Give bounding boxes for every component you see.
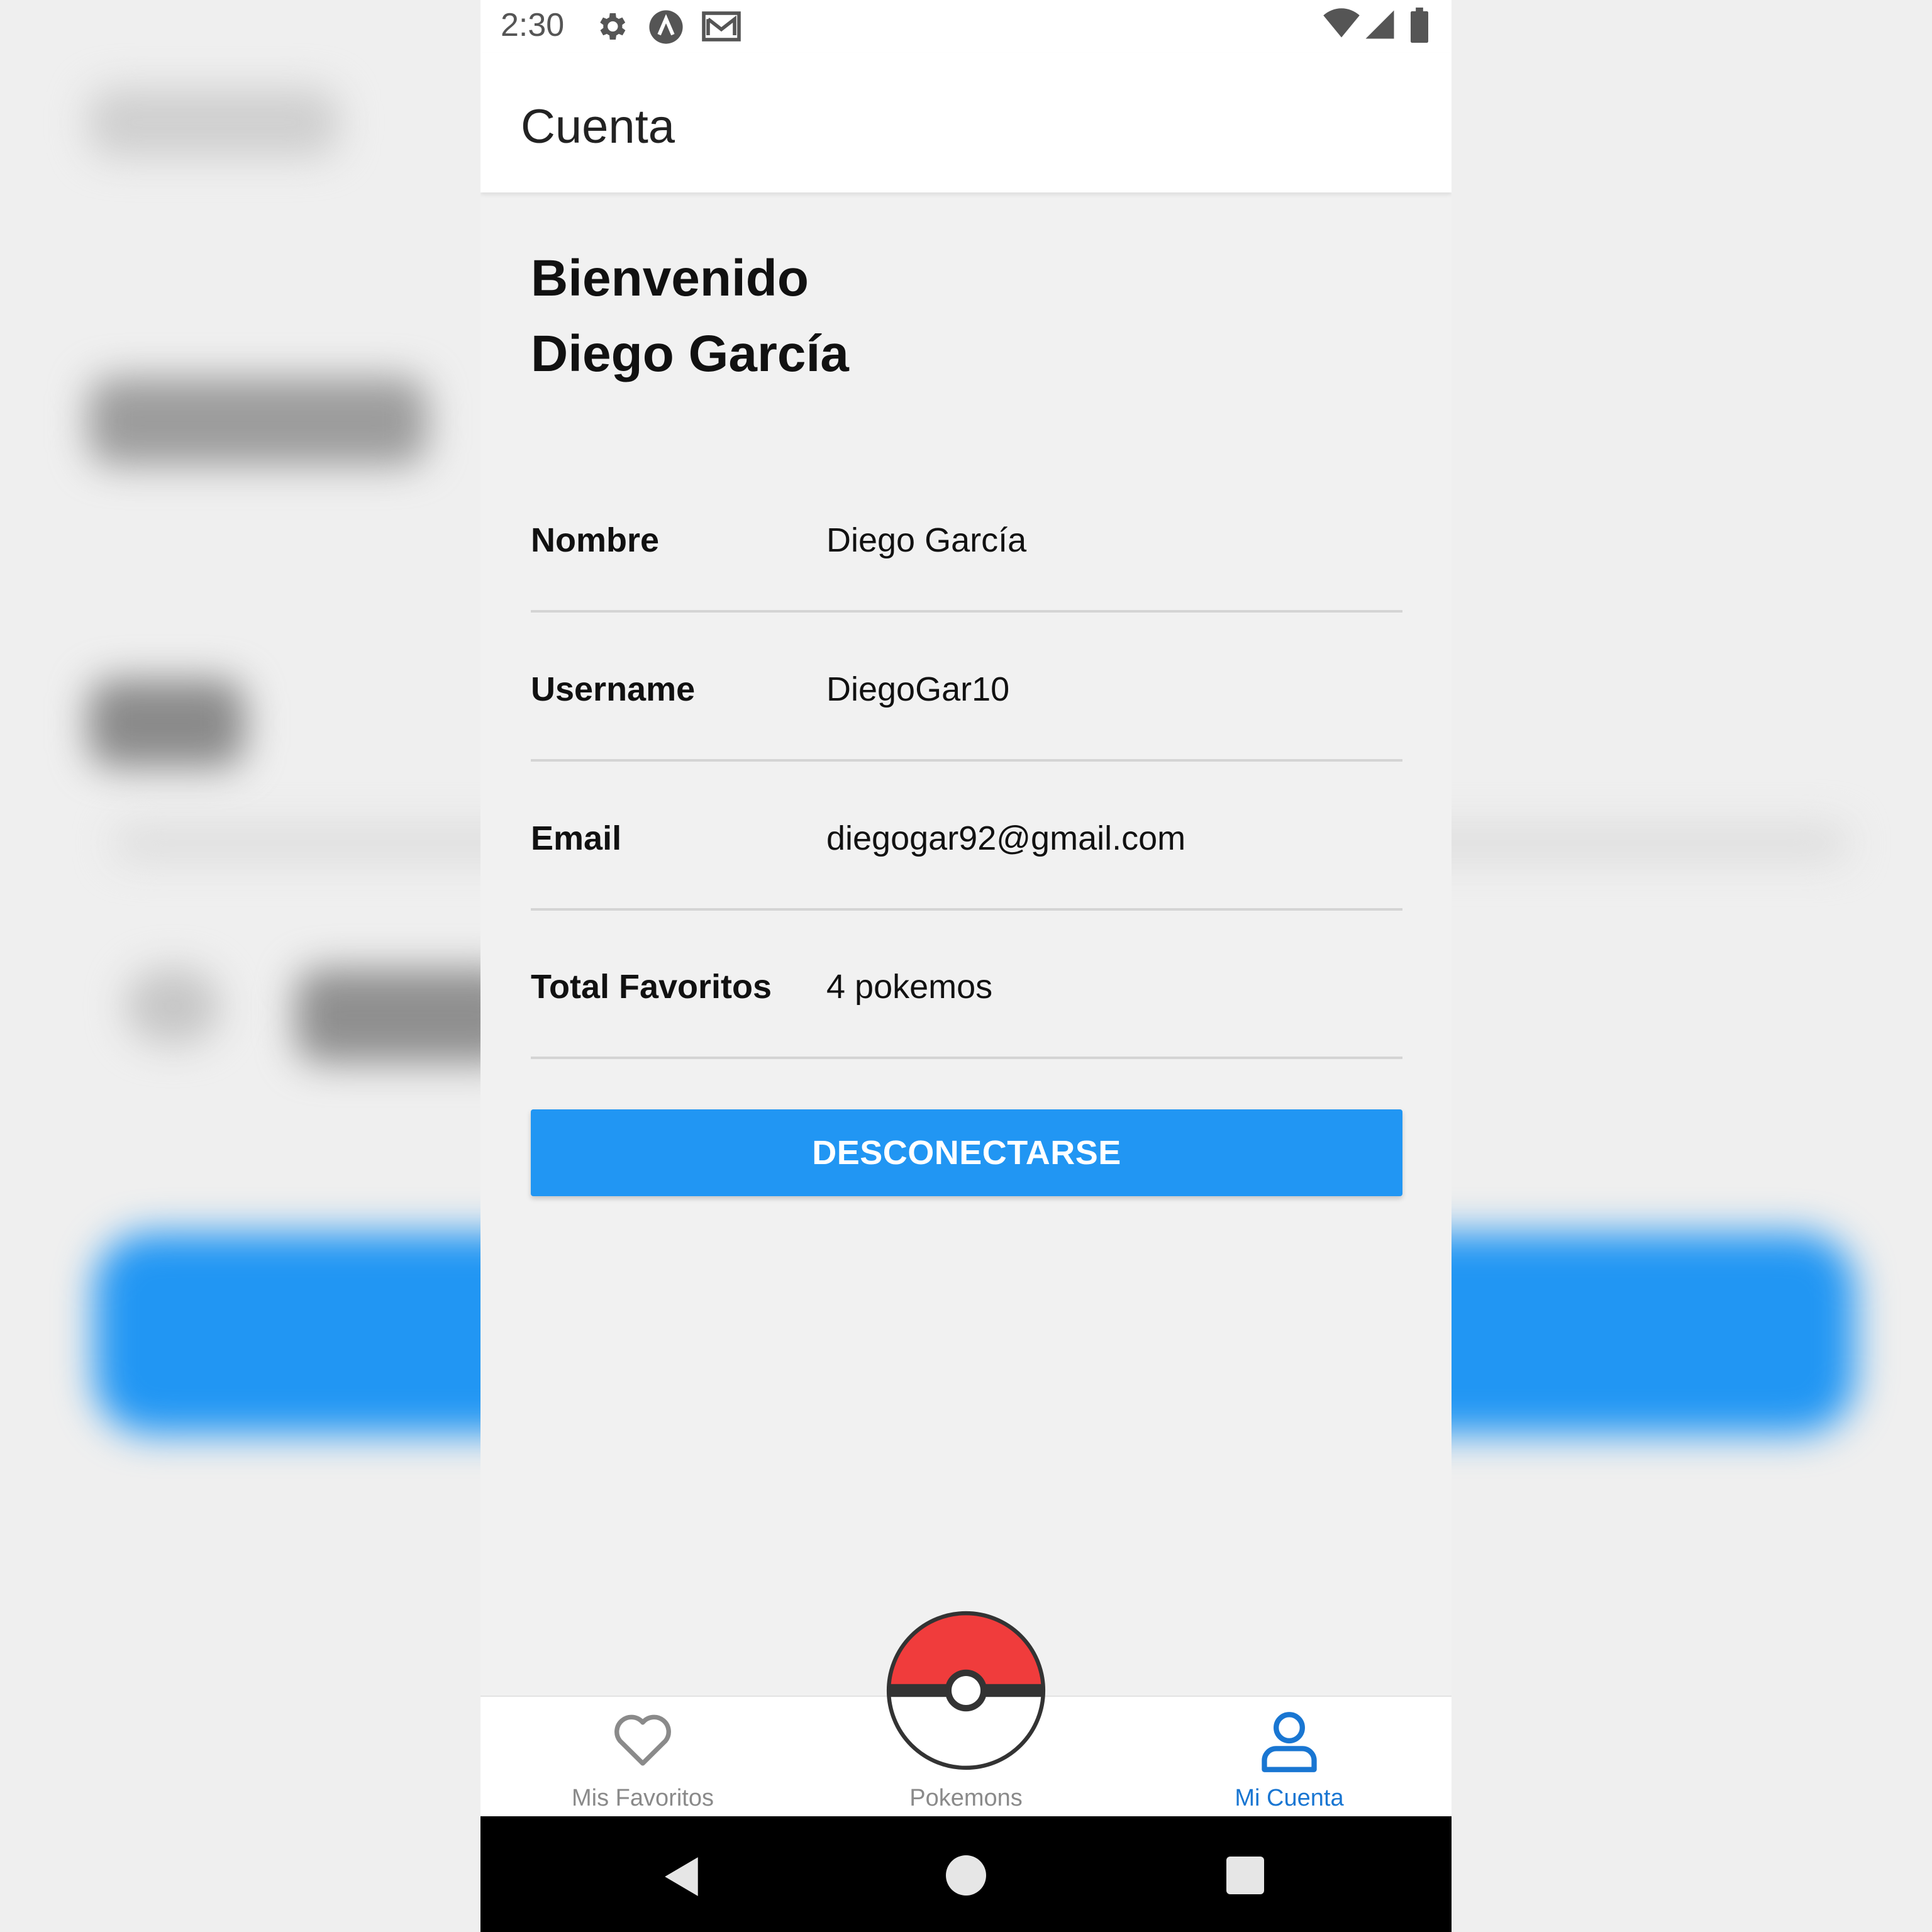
row-label: Email <box>531 819 622 857</box>
tab-label: Pokemons <box>909 1785 1023 1811</box>
account-row-email: Email diegogar92@gmail.com <box>531 814 1402 963</box>
phone-screen: 2:30 Cuenta Bienvenido Diego García Nomb… <box>480 0 1452 1932</box>
tab-label: Mi Cuenta <box>1235 1785 1344 1811</box>
row-value: Diego García <box>826 521 1027 559</box>
row-divider <box>531 1057 1402 1059</box>
status-bar: 2:30 <box>480 0 1452 53</box>
wifi-icon <box>1322 8 1361 42</box>
app-icon <box>648 9 684 48</box>
logout-button[interactable]: DESCONECTARSE <box>531 1109 1402 1196</box>
row-label: Username <box>531 670 696 708</box>
row-divider <box>531 908 1402 911</box>
heart-icon <box>611 1711 674 1770</box>
row-label: Nombre <box>531 521 660 559</box>
blurred-shape <box>88 377 428 465</box>
blurred-shape <box>88 679 245 767</box>
account-row-username: Username DiegoGar10 <box>531 665 1402 814</box>
status-time: 2:30 <box>501 7 565 43</box>
row-value: diegogar92@gmail.com <box>826 819 1186 857</box>
row-divider <box>531 759 1402 762</box>
page-title: Cuenta <box>521 100 675 153</box>
tab-label: Mis Favoritos <box>572 1785 714 1811</box>
row-divider <box>531 610 1402 613</box>
account-row-total-favorites: Total Favoritos 4 pokemos <box>531 962 1402 1111</box>
row-label: Total Favoritos <box>531 968 772 1006</box>
tab-mis-favoritos[interactable]: Mis Favoritos <box>517 1697 769 1818</box>
blurred-shape <box>126 969 220 1044</box>
system-nav-bar <box>480 1816 1452 1932</box>
row-value: 4 pokemos <box>826 968 993 1006</box>
signal-icon <box>1363 9 1396 43</box>
battery-icon <box>1410 8 1429 46</box>
tab-mi-cuenta[interactable]: Mi Cuenta <box>1163 1697 1415 1818</box>
welcome-heading: Bienvenido <box>531 250 809 307</box>
settings-icon <box>594 9 629 47</box>
welcome-user-name: Diego García <box>531 325 849 382</box>
account-row-name: Nombre Diego García <box>531 516 1402 665</box>
recents-icon[interactable] <box>1226 1857 1264 1897</box>
home-icon[interactable] <box>946 1855 986 1899</box>
app-bar: Cuenta <box>480 53 1452 192</box>
back-icon[interactable] <box>663 1855 702 1901</box>
blurred-shape <box>88 88 340 157</box>
mail-icon <box>702 9 741 47</box>
pokeball-icon[interactable] <box>886 1610 1046 1771</box>
user-icon <box>1258 1709 1321 1778</box>
row-value: DiegoGar10 <box>826 670 1010 708</box>
